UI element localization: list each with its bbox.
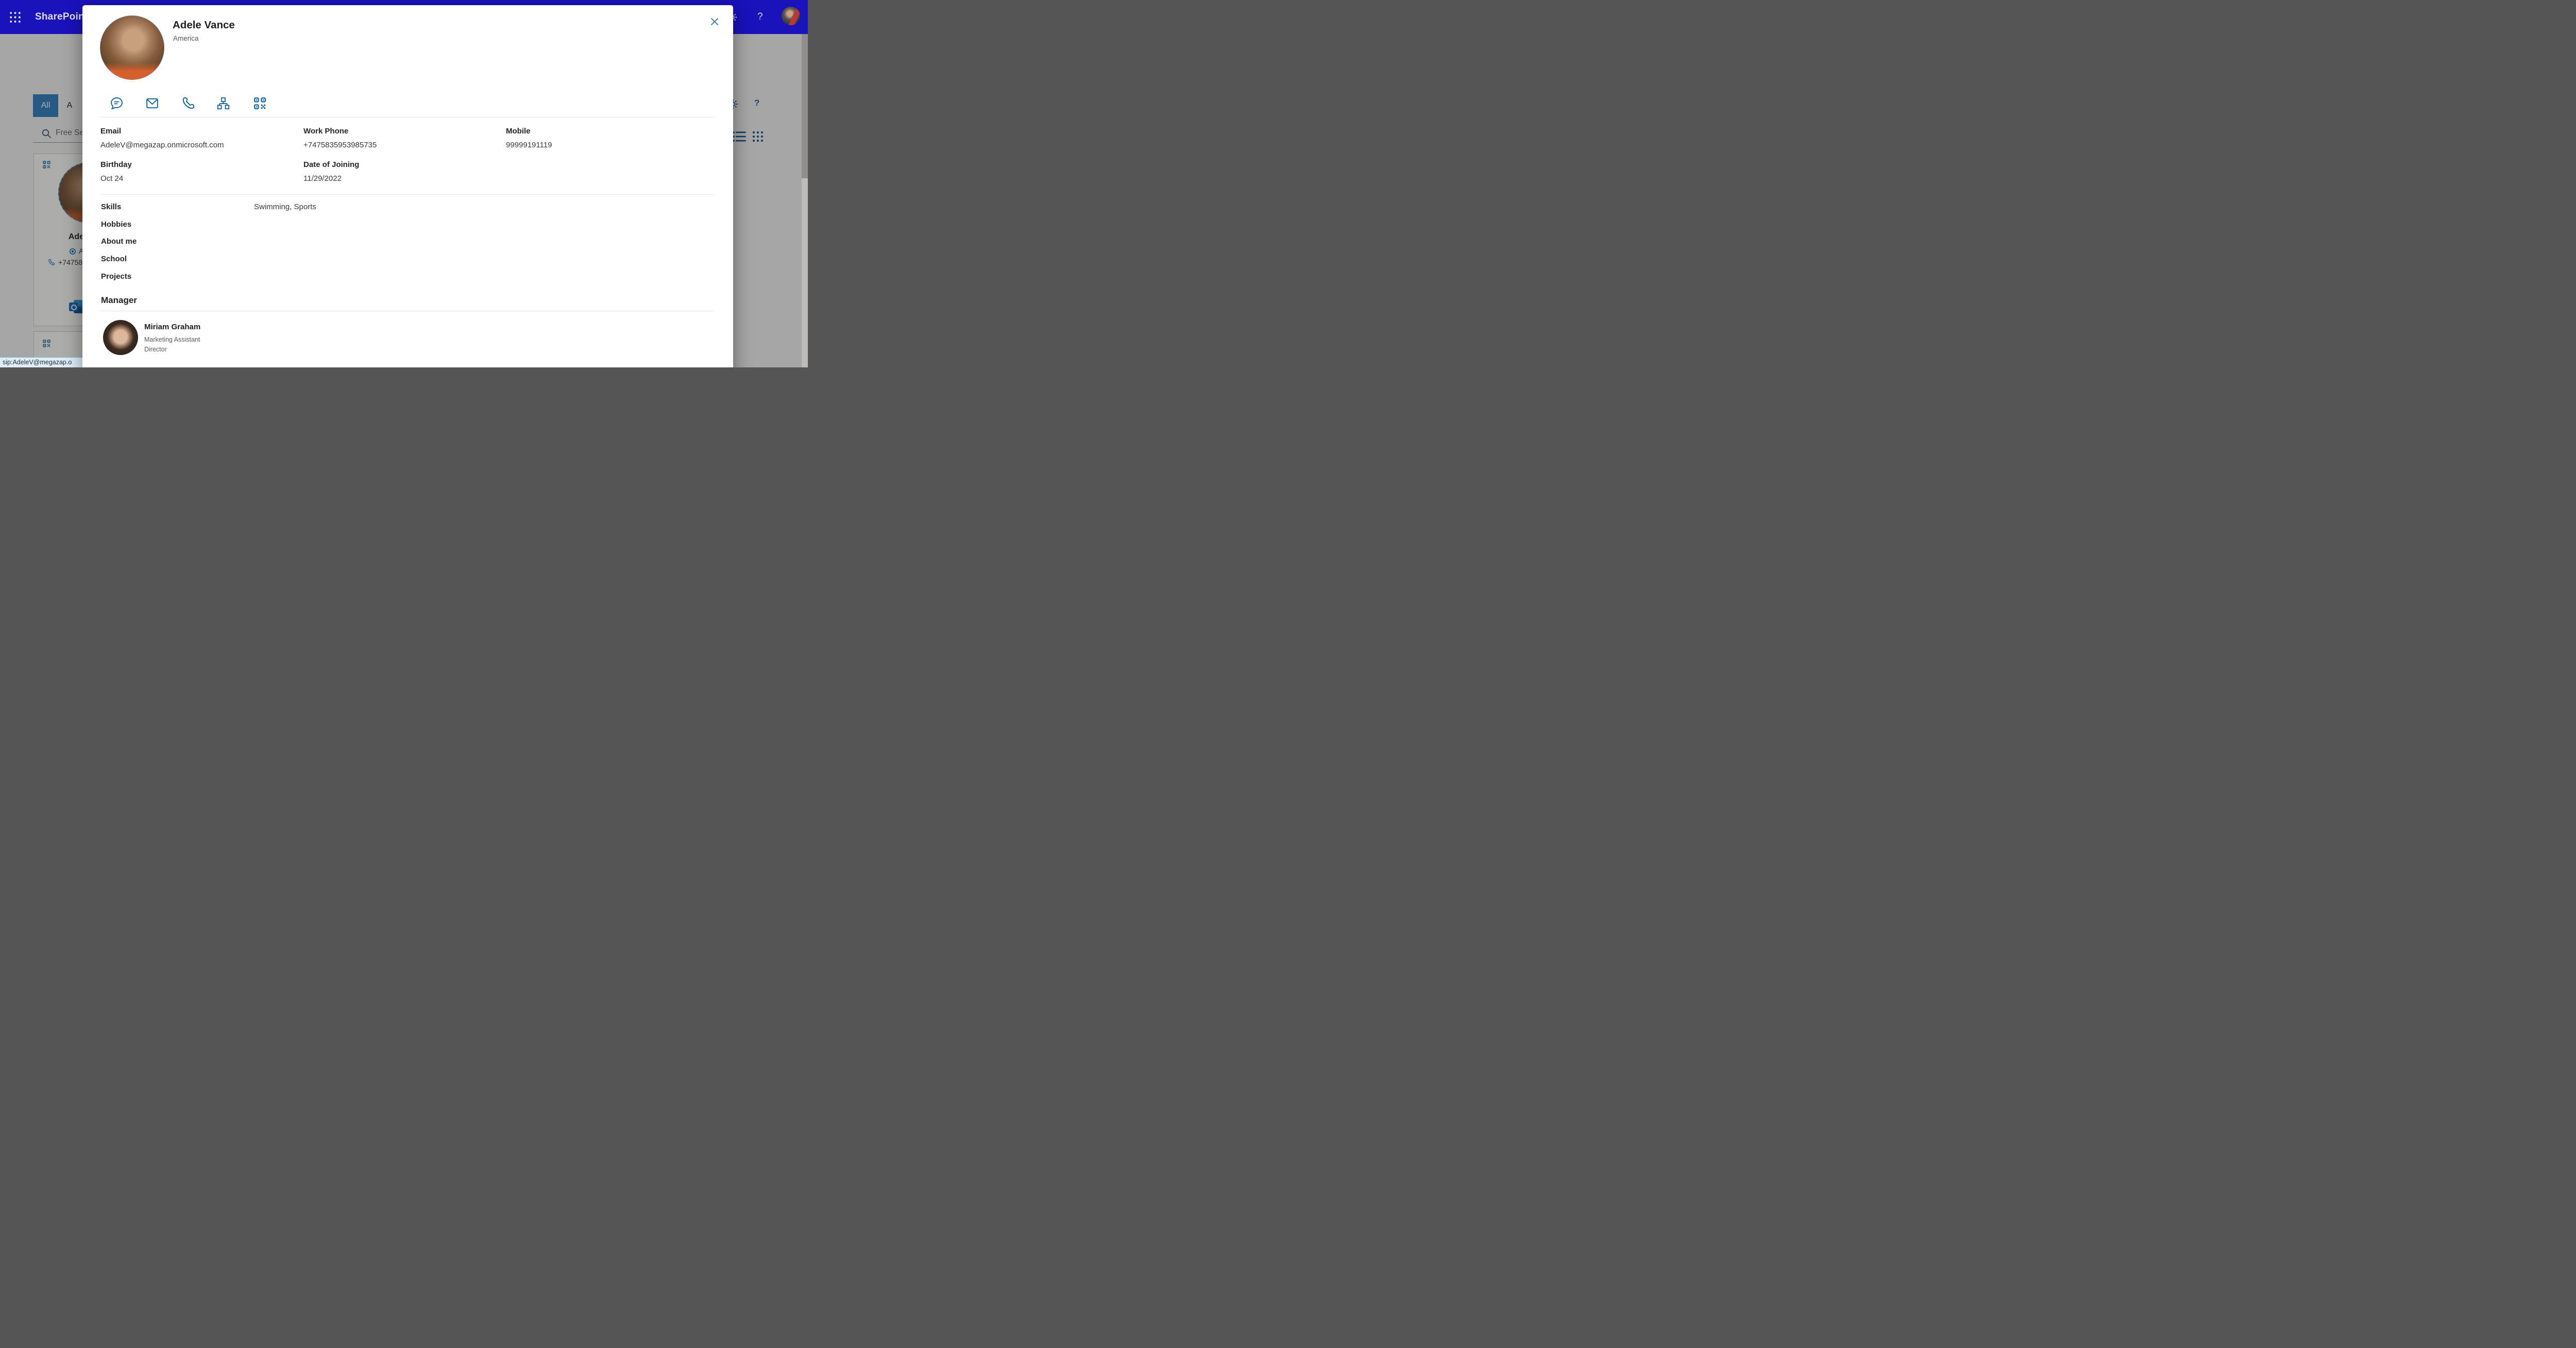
qr-code-icon[interactable] (253, 96, 267, 110)
manager-avatar[interactable] (103, 320, 138, 355)
mail-icon[interactable] (145, 96, 160, 110)
field-value-birthday: Oct 24 (100, 174, 123, 183)
org-chart-icon[interactable] (216, 96, 231, 110)
profile-dialog: Adele Vance America (82, 5, 733, 367)
app-launcher-icon[interactable] (9, 11, 22, 24)
chat-icon[interactable] (110, 96, 124, 110)
attr-label-hobbies: Hobbies (101, 220, 131, 229)
field-label-mobile: Mobile (506, 127, 531, 136)
attr-label-skills: Skills (101, 203, 121, 211)
app-title[interactable]: SharePoint (35, 11, 88, 23)
field-label-birthday: Birthday (100, 160, 132, 169)
attr-label-projects: Projects (101, 272, 131, 281)
account-avatar[interactable] (782, 7, 800, 25)
manager-title: Marketing Assistant Director (144, 335, 216, 355)
field-label-email: Email (100, 127, 121, 136)
profile-photo (100, 15, 164, 80)
profile-name: Adele Vance (173, 19, 235, 31)
attr-label-about-me: About me (101, 237, 137, 246)
field-value-mobile[interactable]: 99999191119 (506, 141, 552, 149)
scrollbar[interactable] (802, 34, 808, 367)
profile-location: America (173, 35, 199, 42)
divider (100, 194, 714, 195)
phone-icon[interactable] (181, 96, 196, 110)
help-icon[interactable]: ? (757, 11, 763, 23)
screen: All A (0, 0, 808, 367)
scrollbar-thumb[interactable] (802, 34, 808, 178)
field-label-date-of-joining: Date of Joining (303, 160, 359, 169)
field-value-date-of-joining: 11/29/2022 (303, 174, 342, 183)
attr-value-skills: Swimming, Sports (254, 203, 316, 211)
manager-name: Miriam Graham (144, 323, 200, 331)
browser-status-bar: sip:AdeleV@megazap.o (0, 357, 84, 367)
field-label-work-phone: Work Phone (303, 127, 348, 136)
manager-heading: Manager (101, 295, 137, 306)
close-icon[interactable] (709, 16, 721, 27)
field-value-work-phone[interactable]: +7475835953985735 (303, 141, 377, 149)
field-value-email[interactable]: AdeleV@megazap.onmicrosoft.com (100, 141, 224, 149)
attr-label-school: School (101, 255, 127, 263)
